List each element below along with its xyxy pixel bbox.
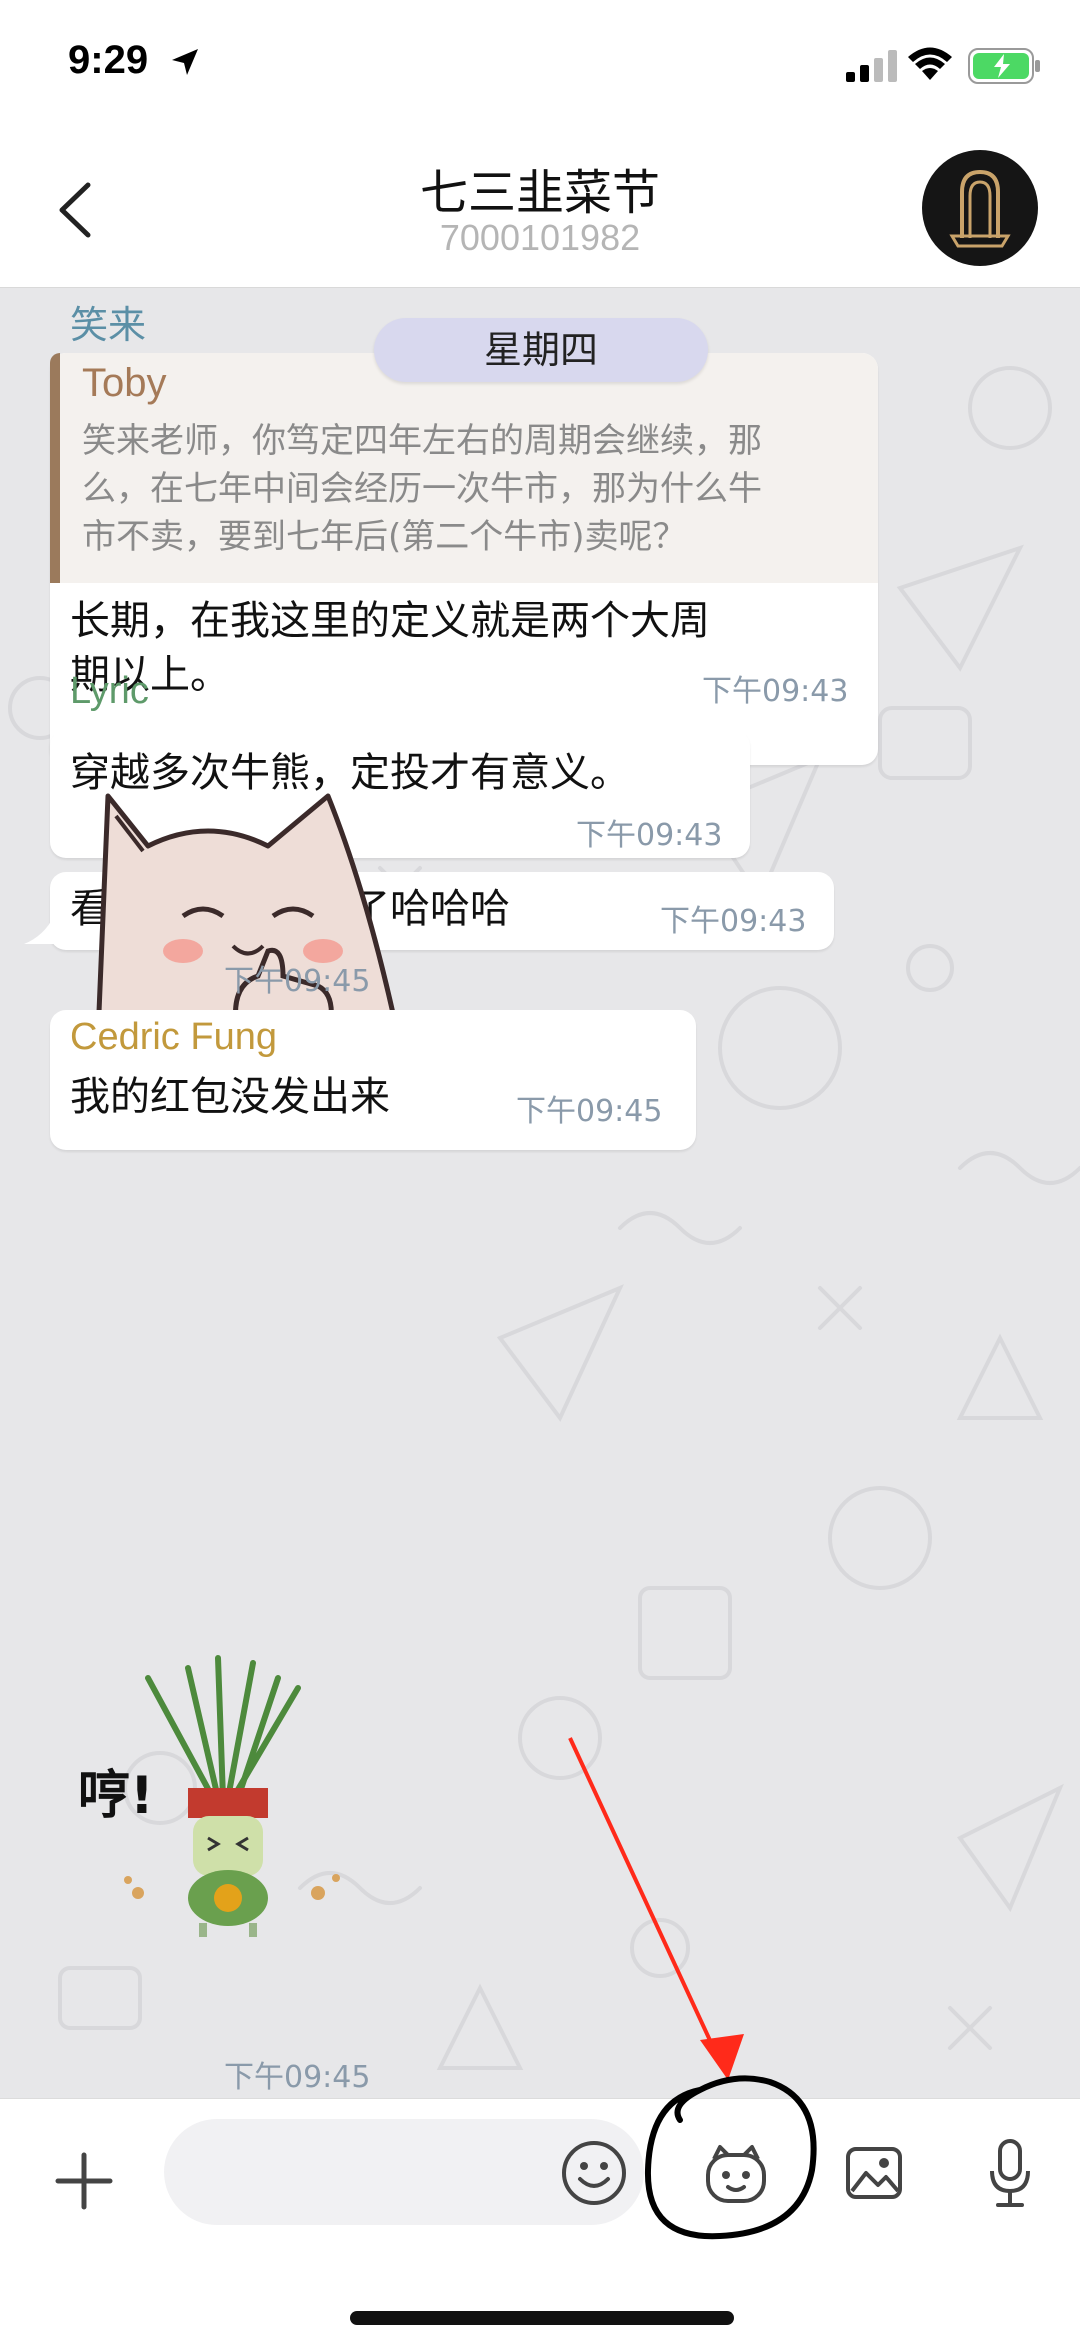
input-bar bbox=[0, 2098, 1080, 2339]
message-bubble[interactable]: Cedric Fung 我的红包没发出来 下午09:45 bbox=[50, 1010, 696, 1150]
signal-icon bbox=[846, 50, 897, 82]
message-time: 下午09:43 bbox=[702, 674, 849, 709]
sticker-time: 下午09:45 bbox=[224, 964, 371, 999]
chat-header: 七三韭菜节 7000101982 bbox=[0, 135, 1080, 288]
message-line: 长期，在我这里的定义就是两个大周 bbox=[70, 598, 710, 644]
quote-text: 笑来老师，你笃定四年左右的周期会继续，那 么，在七年中间会经历一次牛市，那为什么… bbox=[82, 417, 872, 561]
quote-line: 笑来老师，你笃定四年左右的周期会继续，那 bbox=[82, 421, 762, 461]
quote-line: 么，在七年中间会经历一次牛市，那为什么牛 bbox=[82, 469, 762, 509]
sender-name: Lyric bbox=[70, 670, 149, 712]
mic-icon[interactable] bbox=[988, 2137, 1032, 2209]
message-time: 下午09:45 bbox=[516, 1094, 663, 1129]
quoted-reply[interactable]: Toby 笑来老师，你笃定四年左右的周期会继续，那 么，在七年中间会经历一次牛市… bbox=[50, 353, 878, 583]
sticker-time: 下午09:45 bbox=[224, 2060, 371, 2095]
date-divider: 星期四 bbox=[374, 318, 708, 382]
group-avatar[interactable] bbox=[922, 150, 1038, 266]
message-time: 下午09:43 bbox=[660, 904, 807, 939]
sender-name: Cedric Fung bbox=[70, 1016, 277, 1058]
status-time: 9:29 bbox=[68, 38, 149, 82]
emoji-icon[interactable] bbox=[560, 2139, 628, 2207]
plus-icon[interactable] bbox=[52, 2149, 116, 2213]
battery-icon bbox=[968, 48, 1040, 84]
bot-icon[interactable] bbox=[700, 2139, 772, 2211]
message-text: 我的红包没发出来 bbox=[70, 1074, 390, 1120]
message-text: 长期，在我这里的定义就是两个大周 期以上。 bbox=[70, 594, 710, 702]
quote-line: 市不卖，要到七年后(第二个牛市)卖呢？ bbox=[82, 517, 687, 557]
chat-messages[interactable]: 笑来 Toby 笑来老师，你笃定四年左右的周期会继续，那 么，在七年中间会经历一… bbox=[0, 288, 1080, 2098]
bubble-tail bbox=[24, 916, 54, 944]
status-bar: 9:29 bbox=[0, 0, 1080, 135]
quote-sender: Toby bbox=[82, 361, 167, 405]
photo-icon[interactable] bbox=[844, 2143, 904, 2203]
chat-id: 7000101982 bbox=[439, 217, 641, 258]
sender-name: 笑来 bbox=[70, 305, 147, 347]
sticker-text: 哼! bbox=[78, 1766, 154, 1826]
avatar-logo-icon bbox=[949, 169, 1011, 248]
quote-accent-bar bbox=[50, 353, 60, 583]
wifi-icon bbox=[908, 47, 952, 80]
message-line: 期以上。 bbox=[70, 652, 230, 698]
home-indicator bbox=[350, 2311, 734, 2325]
leek-bitcoin-sticker[interactable]: 哼! bbox=[68, 1648, 388, 1938]
chat-title: 七三韭菜节 bbox=[419, 165, 660, 221]
location-arrow-icon bbox=[172, 49, 198, 75]
message-time: 下午09:43 bbox=[576, 818, 723, 853]
